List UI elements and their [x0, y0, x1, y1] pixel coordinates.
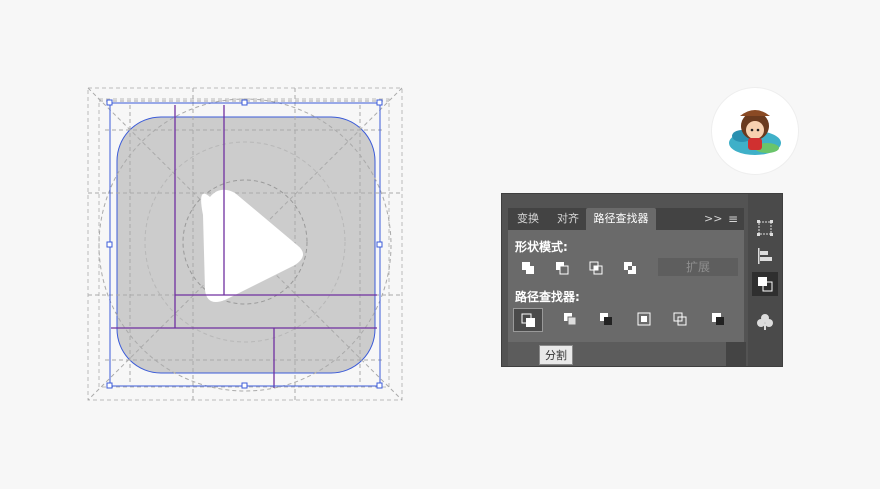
- merge-icon: [600, 313, 612, 325]
- panel-menu-button[interactable]: ≡: [728, 208, 738, 230]
- divide-tooltip: 分割: [539, 345, 573, 365]
- icon-artboard[interactable]: [85, 85, 405, 405]
- transform-dock-button[interactable]: [755, 218, 775, 238]
- intersect-icon: [589, 261, 603, 275]
- unite-button[interactable]: [516, 258, 540, 278]
- selection-handle[interactable]: [241, 382, 248, 389]
- panel-lower-strip: [726, 342, 746, 366]
- selection-handle[interactable]: [376, 99, 383, 106]
- exclude-button[interactable]: [618, 258, 642, 278]
- panel-body: 形状模式: 扩展 路径查找器:: [508, 230, 744, 342]
- intersect-button[interactable]: [584, 258, 608, 278]
- minus-back-button[interactable]: [706, 309, 730, 329]
- merge-button[interactable]: [594, 309, 618, 329]
- crop-icon: [637, 312, 651, 326]
- minus-front-button[interactable]: [550, 258, 574, 278]
- divide-button[interactable]: [513, 308, 543, 332]
- tab-pathfinder[interactable]: 路径查找器: [586, 208, 656, 230]
- outline-icon: [673, 312, 687, 326]
- trim-button[interactable]: [558, 309, 582, 329]
- shape-modes-label: 形状模式:: [515, 240, 568, 254]
- trim-icon: [564, 313, 577, 326]
- pathfinder-icon: [758, 277, 773, 292]
- selection-handle[interactable]: [106, 382, 113, 389]
- unite-icon: [522, 262, 534, 274]
- tab-transform[interactable]: 变换: [512, 208, 544, 230]
- symbols-dock-button[interactable]: [755, 312, 775, 332]
- panel-dock: [748, 194, 782, 366]
- align-icon: [758, 248, 772, 264]
- tab-align[interactable]: 对齐: [552, 208, 584, 230]
- pathfinders-label: 路径查找器:: [515, 290, 580, 304]
- divide-icon: [521, 313, 535, 327]
- selection-handle[interactable]: [241, 99, 248, 106]
- symbols-icon: [757, 314, 773, 330]
- pathfinder-panel: 变换 对齐 路径查找器 >> ≡ ‹‹ 形状模式: 扩展 路径查找器:: [501, 193, 783, 367]
- outline-button[interactable]: [668, 309, 692, 329]
- cartoon-avatar-logo: [712, 88, 798, 174]
- transform-icon: [757, 220, 773, 236]
- expand-button[interactable]: 扩展: [658, 258, 738, 276]
- selection-handle[interactable]: [376, 382, 383, 389]
- selection-handle[interactable]: [106, 99, 113, 106]
- minus-back-icon: [712, 313, 724, 325]
- more-tabs-button[interactable]: >>: [704, 208, 722, 230]
- minus-front-icon: [556, 262, 569, 275]
- align-dock-button[interactable]: [755, 246, 775, 266]
- exclude-icon: [624, 262, 636, 274]
- selection-handle[interactable]: [376, 241, 383, 248]
- selection-handle[interactable]: [106, 241, 113, 248]
- crop-button[interactable]: [632, 309, 656, 329]
- pathfinder-dock-button[interactable]: [752, 272, 778, 296]
